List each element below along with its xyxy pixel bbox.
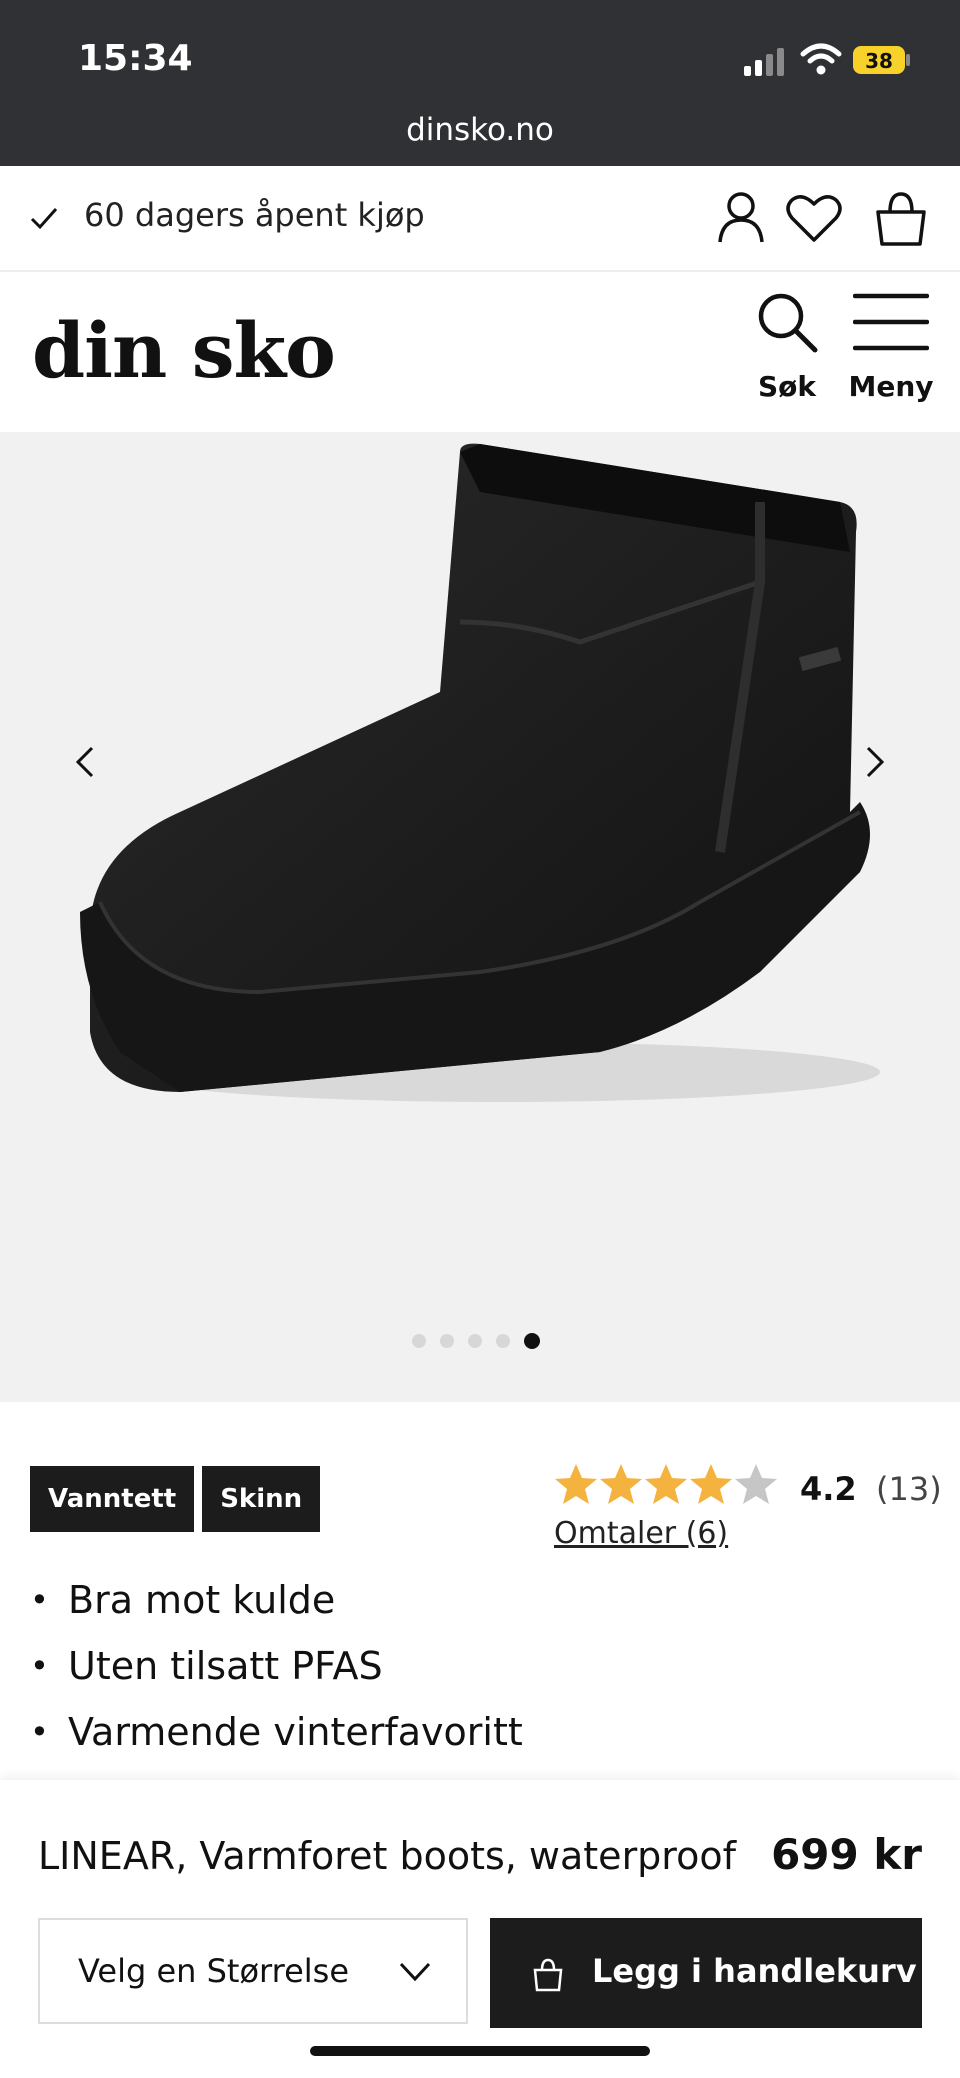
previous-image-arrow[interactable] — [72, 744, 100, 780]
status-time: 15:34 — [78, 38, 193, 79]
add-to-cart-label: Legg i handlekurv — [592, 1952, 917, 1990]
hamburger-menu-icon — [852, 293, 930, 351]
menu-label: Meny — [848, 370, 934, 403]
sticky-purchase-bar: LINEAR, Varmforet boots, waterproof 699 … — [0, 1780, 960, 2078]
wishlist-heart-icon[interactable] — [784, 190, 844, 246]
site-header: din sko Søk Meny — [0, 272, 960, 432]
next-image-arrow[interactable] — [860, 744, 888, 780]
product-gallery[interactable] — [0, 432, 960, 1402]
gallery-dot-active[interactable] — [524, 1333, 540, 1349]
account-icon[interactable] — [712, 188, 770, 246]
gallery-pagination — [412, 1333, 540, 1352]
browser-top-bar: 15:34 38 dinsko.no — [0, 0, 960, 166]
rating-count: (13) — [876, 1470, 942, 1508]
wifi-icon — [800, 43, 842, 75]
shopping-bag-icon — [533, 1958, 563, 1992]
feature-item: Varmende vinterfavoritt — [30, 1704, 930, 1770]
cart-bag-icon[interactable] — [872, 190, 930, 248]
rating-score: 4.2 — [800, 1470, 857, 1508]
size-select-label: Velg en Størrelse — [78, 1952, 350, 1990]
tag-waterproof: Vanntett — [30, 1466, 195, 1532]
battery-icon: 38 — [852, 44, 912, 76]
feature-list: Bra mot kulde Uten tilsatt PFAS Varmende… — [30, 1572, 930, 1770]
product-name: LINEAR, Varmforet boots, waterproof — [38, 1834, 736, 1878]
gallery-dot[interactable] — [468, 1334, 482, 1348]
gallery-dot[interactable] — [496, 1334, 510, 1348]
search-icon — [758, 293, 818, 353]
chevron-down-icon — [399, 1962, 431, 1982]
product-image-boot — [80, 443, 880, 1102]
search-label: Søk — [757, 370, 817, 403]
gallery-dot[interactable] — [412, 1334, 426, 1348]
feature-item: Uten tilsatt PFAS — [30, 1638, 930, 1704]
product-tags: Vanntett Skinn — [30, 1466, 321, 1532]
search-button[interactable]: Søk — [752, 290, 822, 410]
promo-bar: 60 dagers åpent kjøp — [0, 166, 960, 272]
gallery-dot[interactable] — [440, 1334, 454, 1348]
product-price: 699 kr — [771, 1830, 922, 1879]
site-logo[interactable]: din sko — [32, 306, 336, 395]
star-rating-icon — [555, 1464, 777, 1504]
address-bar[interactable]: dinsko.no — [0, 112, 960, 148]
add-to-cart-button[interactable]: Legg i handlekurv — [490, 1918, 922, 2028]
check-icon — [30, 208, 58, 230]
cellular-signal-icon — [744, 48, 784, 76]
menu-button[interactable]: Meny — [846, 290, 936, 410]
home-indicator[interactable] — [310, 2046, 650, 2056]
product-rating: 4.2 (13) Omtaler (6) — [554, 1460, 942, 1560]
feature-item: Bra mot kulde — [30, 1572, 930, 1638]
size-select[interactable]: Velg en Størrelse — [38, 1918, 468, 2024]
battery-level: 38 — [865, 49, 893, 73]
reviews-link[interactable]: Omtaler (6) — [554, 1516, 728, 1551]
promo-text: 60 dagers åpent kjøp — [84, 196, 425, 234]
tag-leather: Skinn — [202, 1466, 321, 1532]
